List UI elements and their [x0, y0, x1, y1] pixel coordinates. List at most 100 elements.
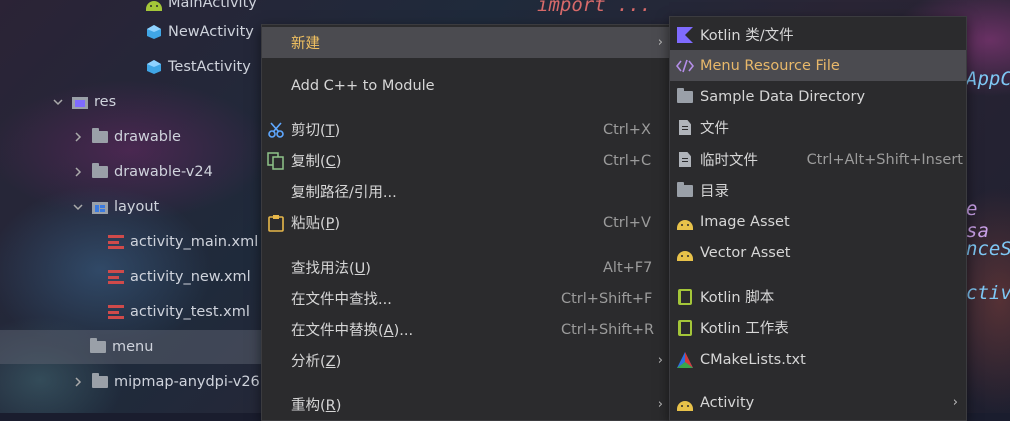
submenu-item-kotlin-class[interactable]: Kotlin 类/文件: [670, 19, 966, 50]
chevron-right-icon[interactable]: [72, 131, 84, 143]
submenu-item-sample-data-directory[interactable]: Sample Data Directory: [670, 81, 966, 112]
submenu-item-activity[interactable]: Activity ›: [670, 387, 966, 418]
mnemonic-key: R: [325, 398, 336, 414]
submenu-item-label: CMakeLists.txt: [700, 351, 806, 368]
chevron-right-icon[interactable]: [72, 376, 84, 388]
submenu-item-directory[interactable]: 目录: [670, 175, 966, 206]
tree-item-testactivity[interactable]: TestActivity: [0, 50, 262, 84]
tree-item-drawable[interactable]: drawable: [0, 120, 262, 154]
chevron-right-icon[interactable]: [72, 166, 84, 178]
shortcut-label: Ctrl+X: [603, 121, 651, 138]
folder-icon: [92, 128, 108, 145]
xml-icon: [108, 304, 124, 320]
android-icon: [676, 213, 694, 231]
menu-item-text-post: ): [335, 154, 342, 170]
scissors-icon: [267, 121, 285, 139]
menu-item-paste[interactable]: 粘贴(P) Ctrl+V: [262, 207, 671, 238]
chevron-right-icon: ›: [657, 397, 663, 412]
chevron-right-icon: ›: [657, 35, 663, 50]
mnemonic-key: U: [354, 261, 366, 277]
menu-item-find-in-files[interactable]: 在文件中查找... Ctrl+Shift+F: [262, 283, 671, 314]
tree-item-label: layout: [114, 199, 160, 215]
tree-item-res[interactable]: res: [0, 85, 262, 119]
menu-item-label: 新建: [291, 32, 320, 53]
tree-item-label: NewActivity: [168, 24, 254, 40]
tree-item-activity-new-xml[interactable]: activity_new.xml: [0, 260, 262, 294]
menu-item-text-pre: 粘贴(: [291, 216, 326, 232]
submenu-item-label: Kotlin 类/文件: [700, 28, 794, 44]
tree-item-mipmap-anydpi-v26[interactable]: mipmap-anydpi-v26: [0, 365, 262, 399]
menu-item-text: 粘贴(P): [291, 212, 340, 233]
submenu-item-kotlin-worksheet[interactable]: Kotlin 工作表: [670, 312, 966, 343]
tree-item-newactivity[interactable]: NewActivity: [0, 15, 262, 49]
menu-item-copy[interactable]: 复制(C) Ctrl+C: [262, 145, 671, 176]
menu-item-analyze[interactable]: 分析(Z) ›: [262, 345, 671, 376]
submenu-item-label: Activity: [700, 394, 755, 411]
submenu-item-label: Sample Data Directory: [700, 88, 866, 105]
submenu-item-menu-resource-file[interactable]: Menu Resource File: [670, 50, 966, 81]
layout-folder-icon: [92, 199, 108, 215]
tree-item-layout[interactable]: layout: [0, 190, 262, 224]
menu-item-find-usages[interactable]: 查找用法(U) Alt+F7: [262, 252, 671, 283]
code-fragment-1: AppC: [966, 68, 1010, 90]
shortcut-label: Ctrl+Shift+R: [561, 321, 655, 338]
submenu-item-scratch-file[interactable]: 临时文件 Ctrl+Alt+Shift+Insert: [670, 144, 966, 175]
submenu-item-kotlin-script[interactable]: Kotlin 脚本: [670, 281, 966, 312]
shortcut-label: Ctrl+C: [603, 152, 652, 169]
chevron-down-icon[interactable]: [72, 201, 84, 213]
code-fragment-4: ctiv: [966, 282, 1010, 304]
tree-item-drawable-v24[interactable]: drawable-v24: [0, 155, 262, 189]
submenu-item-label: Kotlin 工作表: [700, 321, 789, 337]
submenu-item-label: Menu Resource File: [700, 57, 840, 74]
tree-item-label: activity_new.xml: [130, 269, 251, 285]
menu-item-new[interactable]: 新建 ›: [262, 27, 671, 58]
tree-item-activity-main-xml[interactable]: activity_main.xml: [0, 225, 262, 259]
menu-item-replace-in-files[interactable]: 在文件中替换(A)... Ctrl+Shift+R: [262, 314, 671, 345]
menu-item-text-pre: 重构(: [291, 398, 326, 414]
code-fragment-3: nceS: [966, 238, 1010, 260]
android-icon: [676, 244, 694, 262]
tree-item-label: res: [94, 94, 117, 110]
tree-item-activity-test-xml[interactable]: activity_test.xml: [0, 295, 262, 329]
new-submenu: Kotlin 类/文件 Menu Resource File Sample Da…: [669, 16, 967, 421]
menu-item-add-cpp[interactable]: Add C++ to Module: [262, 70, 671, 101]
mnemonic-key: Z: [325, 354, 336, 370]
scratch-file-icon: [676, 151, 694, 169]
submenu-item-label: Vector Asset: [700, 244, 791, 261]
menu-item-copy-path[interactable]: 复制路径/引用...: [262, 176, 671, 207]
folder-icon: [676, 87, 694, 106]
tree-item-label: drawable: [114, 129, 181, 145]
menu-item-text: 剪切(T): [291, 119, 340, 140]
menu-item-text-post: ): [365, 261, 371, 277]
submenu-item-vector-asset[interactable]: Vector Asset: [670, 237, 966, 268]
android-icon: [676, 394, 694, 412]
submenu-item-image-asset[interactable]: Image Asset: [670, 206, 966, 237]
file-icon: [676, 119, 694, 137]
chevron-down-icon[interactable]: [52, 96, 64, 108]
menu-item-refactor[interactable]: 重构(R) ›: [262, 389, 671, 420]
tree-item-label: mipmap-anydpi-v26: [114, 374, 260, 390]
tree-item-menu[interactable]: menu: [0, 330, 262, 364]
submenu-item-label: Kotlin 脚本: [700, 290, 775, 306]
menu-item-text-pre: 分析(: [291, 354, 326, 370]
kotlin-worksheet-icon: [676, 319, 694, 337]
menu-item-cut[interactable]: 剪切(T) Ctrl+X: [262, 114, 671, 145]
shortcut-label: Ctrl+Shift+F: [561, 290, 653, 307]
shortcut-label: Ctrl+Alt+Shift+Insert: [806, 151, 963, 168]
folder-icon: [92, 163, 108, 180]
folder-icon: [92, 373, 108, 390]
menu-item-text-pre: 在文件中替换(: [291, 323, 384, 339]
menu-item-text-pre: 复制(: [291, 154, 326, 170]
menu-item-text-pre: 查找用法(: [291, 261, 355, 277]
menu-item-text: 查找用法(U): [291, 257, 371, 278]
menu-item-text: 复制(C): [291, 150, 341, 171]
menu-item-text-pre: 剪切(: [291, 123, 326, 139]
tree-item-label: activity_main.xml: [130, 234, 259, 250]
tree-item-label: activity_test.xml: [130, 304, 250, 320]
submenu-item-cmakelists[interactable]: CMakeLists.txt: [670, 344, 966, 375]
menu-item-text: 重构(R): [291, 394, 341, 415]
tree-item-label: MainActivity: [168, 0, 257, 11]
submenu-item-file[interactable]: 文件: [670, 112, 966, 143]
tree-item-label: drawable-v24: [114, 164, 213, 180]
mnemonic-key: C: [325, 154, 336, 170]
